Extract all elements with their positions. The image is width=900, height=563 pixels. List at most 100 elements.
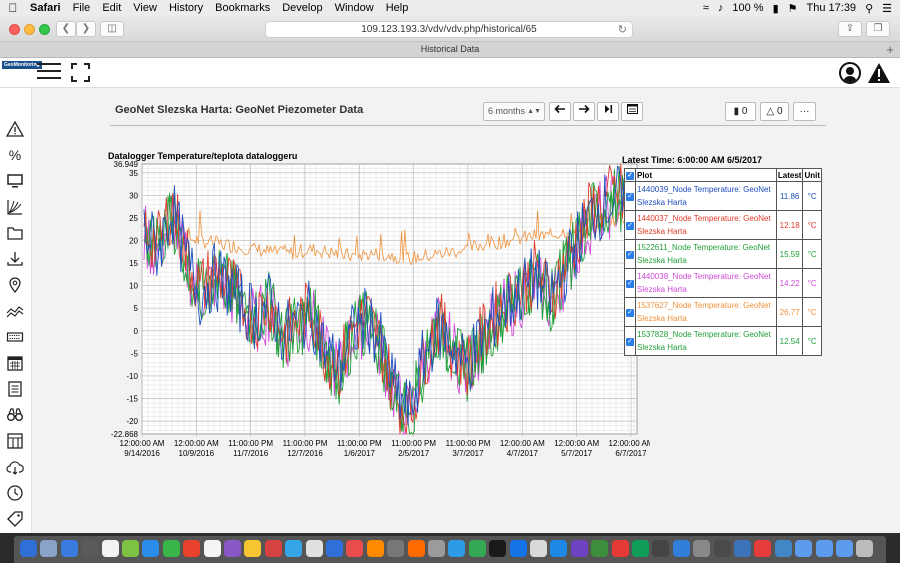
legend-checkbox-cell[interactable]: ✓ bbox=[624, 268, 636, 298]
dock-app-icon[interactable] bbox=[366, 540, 384, 557]
checkbox-icon[interactable]: ✓ bbox=[626, 280, 634, 288]
dock-app-icon[interactable] bbox=[407, 540, 425, 557]
calendar-button[interactable] bbox=[621, 102, 643, 121]
flag-icon[interactable]: ⚑ bbox=[788, 2, 798, 15]
legend-series-name[interactable]: 1522611_Node Temperature: GeoNet Slezska… bbox=[635, 239, 777, 269]
tag-icon[interactable] bbox=[5, 510, 25, 528]
menu-edit[interactable]: Edit bbox=[98, 2, 129, 14]
checkbox-icon[interactable]: ✓ bbox=[626, 251, 634, 259]
legend-select-all-cell[interactable]: ✓ bbox=[624, 168, 636, 182]
search-icon[interactable]: ⚲ bbox=[865, 2, 873, 15]
tab-historical-data[interactable]: Historical Data bbox=[421, 44, 480, 54]
dock-app-icon[interactable] bbox=[346, 540, 364, 557]
menu-bookmarks[interactable]: Bookmarks bbox=[211, 2, 278, 14]
monitor-icon[interactable] bbox=[5, 172, 25, 190]
dock-app-icon[interactable] bbox=[815, 540, 833, 557]
next-period-button[interactable] bbox=[573, 102, 595, 121]
dock-app-icon[interactable] bbox=[713, 540, 731, 557]
dock-app-icon[interactable] bbox=[550, 540, 568, 557]
new-tab-button[interactable]: + bbox=[886, 42, 894, 57]
dock-app-icon[interactable] bbox=[20, 540, 37, 557]
menu-view[interactable]: View bbox=[129, 2, 165, 14]
folder-icon[interactable] bbox=[5, 224, 25, 242]
close-window-button[interactable] bbox=[9, 24, 20, 35]
dock-app-icon[interactable] bbox=[591, 540, 609, 557]
dock-app-icon[interactable] bbox=[754, 540, 772, 557]
dock-app-icon[interactable] bbox=[183, 540, 201, 557]
address-bar[interactable]: 109.123.193.3/vdv/vdv.php/historical/65 … bbox=[265, 21, 633, 38]
dock-app-icon[interactable] bbox=[60, 540, 78, 557]
keyboard-icon[interactable] bbox=[5, 328, 25, 346]
dock-app-icon[interactable] bbox=[632, 540, 649, 557]
hamburger-menu-icon[interactable] bbox=[37, 63, 61, 81]
user-account-icon[interactable] bbox=[839, 62, 861, 84]
share-button[interactable]: ⇪ bbox=[838, 21, 862, 37]
back-button[interactable]: ❮ bbox=[56, 21, 76, 37]
legend-checkbox-cell[interactable]: ✓ bbox=[624, 181, 636, 211]
apple-icon[interactable]:  bbox=[0, 1, 26, 15]
dock-app-icon[interactable] bbox=[285, 540, 303, 557]
cloud-download-icon[interactable] bbox=[5, 458, 25, 476]
legend-series-name[interactable]: 1440039_Node Temperature: GeoNet Slezska… bbox=[635, 181, 777, 211]
warning-icon[interactable] bbox=[867, 62, 891, 84]
menu-file[interactable]: File bbox=[69, 2, 99, 14]
dock-app-icon[interactable] bbox=[489, 540, 507, 557]
menu-app-safari[interactable]: Safari bbox=[26, 2, 69, 14]
dock-app-icon[interactable] bbox=[468, 540, 486, 557]
dock-app-icon[interactable] bbox=[224, 540, 241, 557]
dock-app-icon[interactable] bbox=[672, 540, 690, 557]
dock-app-icon[interactable] bbox=[142, 540, 160, 557]
legend-series-name[interactable]: 1537828_Node Temperature: GeoNet Slezska… bbox=[635, 326, 777, 356]
menu-help[interactable]: Help bbox=[382, 2, 417, 14]
clock-icon[interactable] bbox=[5, 484, 25, 502]
dock-app-icon[interactable] bbox=[509, 540, 527, 557]
dock-app-icon[interactable] bbox=[530, 540, 547, 557]
checkbox-icon[interactable]: ✓ bbox=[626, 172, 634, 180]
checkbox-icon[interactable]: ✓ bbox=[626, 222, 634, 230]
tabs-overview-button[interactable]: ❐ bbox=[866, 21, 890, 37]
clock[interactable]: Thu 17:39 bbox=[807, 2, 857, 14]
dock-app-icon[interactable] bbox=[122, 540, 139, 557]
legend-checkbox-cell[interactable]: ✓ bbox=[624, 239, 636, 269]
legend-checkbox-cell[interactable]: ✓ bbox=[624, 297, 636, 327]
dock-app-icon[interactable] bbox=[326, 540, 343, 557]
dock-app-icon[interactable] bbox=[734, 540, 751, 557]
previous-period-button[interactable] bbox=[549, 102, 571, 121]
binoculars-icon[interactable] bbox=[5, 406, 25, 424]
minimize-window-button[interactable] bbox=[24, 24, 35, 35]
time-range-select[interactable]: 6 months ▲▼ bbox=[483, 102, 545, 121]
dock-app-icon[interactable] bbox=[162, 540, 180, 557]
layout-icon[interactable] bbox=[5, 432, 25, 450]
location-pin-icon[interactable] bbox=[5, 276, 25, 294]
dock-app-icon[interactable] bbox=[428, 540, 445, 557]
calendar-icon[interactable] bbox=[5, 354, 25, 372]
dock-app-icon[interactable] bbox=[101, 540, 119, 557]
dock-app-icon[interactable] bbox=[448, 540, 466, 557]
menu-develop[interactable]: Develop bbox=[278, 2, 330, 14]
alerts-button[interactable]: △ 0 bbox=[760, 102, 789, 121]
list-icon[interactable]: ☰ bbox=[882, 2, 892, 15]
volume-icon[interactable]: ♪ bbox=[718, 2, 724, 14]
menu-window[interactable]: Window bbox=[331, 2, 382, 14]
fullscreen-icon[interactable] bbox=[71, 63, 90, 82]
sidebar-toggle-button[interactable]: ◫ bbox=[100, 21, 124, 37]
dock-app-icon[interactable] bbox=[652, 540, 670, 557]
document-icon[interactable] bbox=[5, 380, 25, 398]
zoom-window-button[interactable] bbox=[39, 24, 50, 35]
dock-app-icon[interactable] bbox=[203, 540, 221, 557]
dock-app-icon[interactable] bbox=[795, 540, 813, 557]
dock-app-icon[interactable] bbox=[693, 540, 711, 557]
dock-app-icon[interactable] bbox=[387, 540, 405, 557]
trend-icon[interactable] bbox=[5, 302, 25, 320]
dock-app-icon[interactable] bbox=[611, 540, 629, 557]
messages-button[interactable]: ▮ 0 bbox=[725, 102, 756, 121]
dock-app-icon[interactable] bbox=[264, 540, 282, 557]
legend-series-name[interactable]: 1440037_Node Temperature: GeoNet Slezska… bbox=[635, 210, 777, 240]
dock-app-icon[interactable] bbox=[81, 540, 99, 557]
wifi-icon[interactable]: ≈ bbox=[703, 2, 709, 14]
legend-checkbox-cell[interactable]: ✓ bbox=[624, 326, 636, 356]
dock-app-icon[interactable] bbox=[774, 540, 792, 557]
dock-app-icon[interactable] bbox=[856, 540, 874, 557]
checkbox-icon[interactable]: ✓ bbox=[626, 309, 634, 317]
menu-history[interactable]: History bbox=[165, 2, 211, 14]
